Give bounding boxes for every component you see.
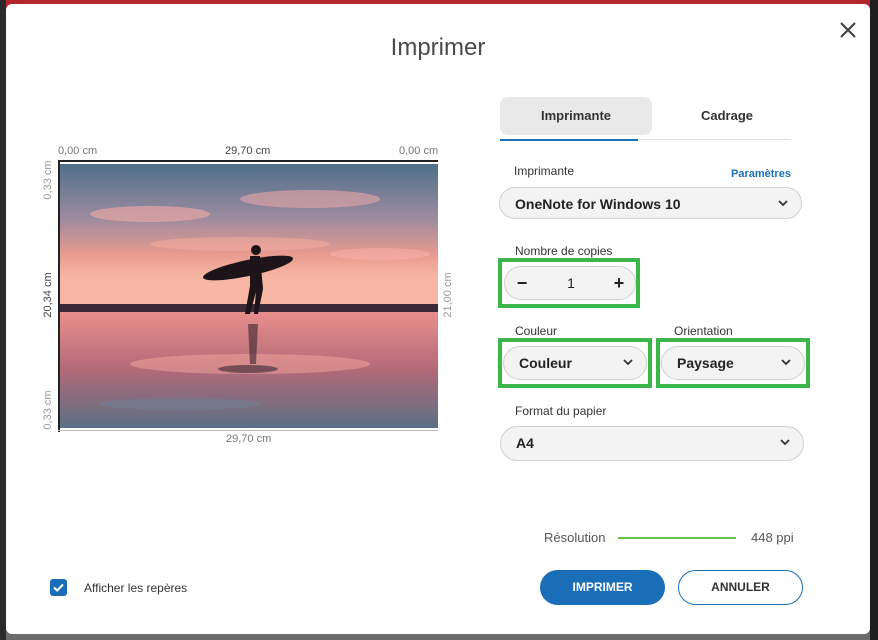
chevron-down-icon [780, 356, 792, 368]
checkmark-icon [50, 579, 67, 596]
resolution-value: 448 ppi [751, 530, 794, 545]
background-right-edge [870, 0, 878, 640]
print-dialog: Imprimer 0,00 cm 29,70 cm 0,00 cm 0,33 c… [6, 4, 870, 634]
chevron-down-icon [777, 197, 789, 209]
chevron-down-icon [779, 436, 791, 448]
ruler-left-top: 0,33 cm [42, 155, 54, 205]
copies-label: Nombre de copies [515, 244, 612, 258]
ruler-bottom-line [58, 430, 438, 431]
printer-select-value: OneNote for Windows 10 [515, 196, 681, 212]
close-icon[interactable] [836, 18, 860, 42]
resolution-bar [618, 537, 736, 539]
ruler-top-left: 0,00 cm [58, 145, 97, 157]
printer-label: Imprimante [514, 164, 574, 178]
ruler-right-middle: 21,00 cm [442, 270, 454, 320]
orientation-label: Orientation [674, 324, 733, 338]
resolution-label: Résolution [544, 530, 605, 545]
tab-cadrage[interactable]: Cadrage [651, 97, 803, 135]
show-marks-checkbox[interactable] [50, 579, 67, 596]
ruler-top-line [58, 160, 438, 162]
ruler-bottom-center: 29,70 cm [226, 433, 271, 445]
orientation-select-value: Paysage [677, 355, 734, 371]
print-preview-image [60, 164, 438, 428]
ruler-top-right: 0,00 cm [399, 145, 438, 157]
settings-link[interactable]: Paramètres [731, 168, 791, 180]
tab-imprimante[interactable]: Imprimante [500, 97, 652, 135]
copies-value: 1 [561, 275, 581, 291]
print-button[interactable]: IMPRIMER [540, 570, 665, 605]
copies-stepper[interactable]: − 1 + [504, 266, 636, 300]
ruler-left-middle: 20,34 cm [42, 270, 54, 320]
paper-format-select[interactable]: A4 [500, 426, 804, 461]
tab-divider [638, 139, 790, 140]
printer-select[interactable]: OneNote for Windows 10 [499, 187, 802, 219]
increment-button[interactable]: + [608, 272, 630, 294]
dialog-title: Imprimer [6, 34, 870, 62]
color-select-value: Couleur [519, 355, 572, 371]
ruler-left-bottom: 0,33 cm [42, 385, 54, 435]
orientation-select[interactable]: Paysage [661, 346, 805, 380]
paper-format-value: A4 [516, 435, 534, 451]
color-select[interactable]: Couleur [503, 346, 647, 380]
color-label: Couleur [515, 324, 557, 338]
paper-format-label: Format du papier [515, 404, 606, 418]
ruler-top-center: 29,70 cm [225, 145, 270, 157]
cancel-button[interactable]: ANNULER [678, 570, 803, 605]
show-marks-label[interactable]: Afficher les repères [84, 581, 187, 595]
chevron-down-icon [622, 356, 634, 368]
decrement-button[interactable]: − [511, 272, 533, 294]
active-tab-indicator [500, 139, 638, 141]
